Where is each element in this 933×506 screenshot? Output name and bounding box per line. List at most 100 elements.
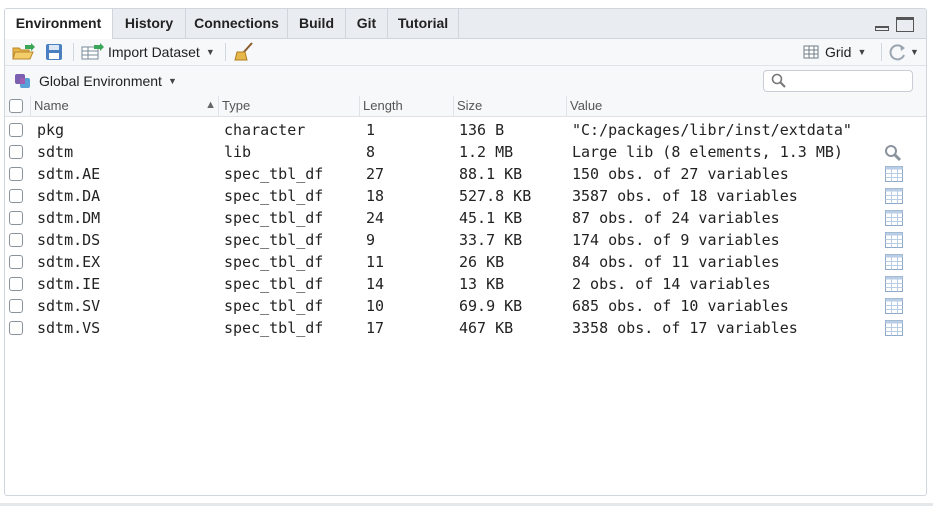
table-icon[interactable] (885, 276, 903, 292)
cell-name: sdtm.VS (37, 319, 101, 337)
cell-value: 3587 obs. of 18 variables (572, 187, 798, 205)
environment-selector[interactable]: Global Environment ▼ (13, 71, 177, 91)
column-header-type[interactable]: Type (218, 96, 360, 116)
cell-value: 150 obs. of 27 variables (572, 165, 789, 183)
maximize-pane-icon[interactable] (896, 17, 914, 32)
table-icon[interactable] (885, 232, 903, 248)
cell-size: 26 KB (459, 253, 505, 271)
open-workspace-button[interactable] (11, 42, 35, 62)
table-icon[interactable] (885, 188, 903, 204)
table-icon[interactable] (885, 254, 903, 270)
table-icon[interactable] (885, 320, 903, 336)
environment-icon (15, 74, 30, 88)
row-checkbox[interactable] (9, 189, 23, 203)
column-header-name[interactable]: Name ▲ (30, 96, 220, 116)
table-icon[interactable] (885, 210, 903, 226)
cell-length: 1 (366, 121, 376, 139)
row-checkbox[interactable] (9, 321, 23, 335)
save-workspace-button[interactable] (45, 42, 63, 62)
cell-name: sdtm.EX (37, 253, 101, 271)
cell-value: 3358 obs. of 17 variables (572, 319, 798, 337)
row-checkbox[interactable] (9, 211, 23, 225)
column-header-value[interactable]: Value (566, 96, 926, 116)
cell-name: pkg (37, 121, 65, 139)
cell-length: 14 (366, 275, 385, 293)
cell-length: 9 (366, 231, 376, 249)
cell-type: spec_tbl_df (224, 165, 324, 183)
search-input[interactable] (763, 70, 913, 92)
refresh-button[interactable]: ▼ (888, 42, 919, 62)
cell-size: 467 KB (459, 319, 514, 337)
cell-size: 33.7 KB (459, 231, 523, 249)
table-row[interactable]: sdtm.EX spec_tbl_df 11 26 KB 84 obs. of 11 v… (5, 251, 926, 273)
cell-type: spec_tbl_df (224, 209, 324, 227)
table-row[interactable]: sdtm.VS spec_tbl_df 17 467 KB 3358 obs. of 1… (5, 317, 926, 339)
select-all-checkbox[interactable] (9, 99, 23, 113)
view-mode-dropdown[interactable]: Grid ▼ (803, 42, 866, 62)
cell-value: Large lib (8 elements, 1.3 MB) (572, 143, 843, 161)
row-checkbox[interactable] (9, 233, 23, 247)
refresh-icon (889, 44, 905, 61)
table-row[interactable]: sdtm.DS spec_tbl_df 9 33.7 KB 174 obs. of 9 … (5, 229, 926, 251)
table-row[interactable]: sdtm.DA spec_tbl_df 18 527.8 KB 3587 obs. of… (5, 185, 926, 207)
environment-label: Global Environment (39, 73, 162, 89)
cell-type: spec_tbl_df (224, 231, 324, 249)
table-row[interactable]: pkg character 1 136 B "C:/packages/libr/inst… (5, 119, 926, 141)
import-dataset-label: Import Dataset (108, 44, 200, 60)
environment-bar: Global Environment ▼ (5, 66, 926, 97)
tab-tutorial[interactable]: Tutorial (388, 9, 459, 38)
column-header-size[interactable]: Size (453, 96, 566, 116)
column-header-length[interactable]: Length (359, 96, 454, 116)
sort-ascending-icon: ▲ (205, 99, 216, 111)
table-row[interactable]: sdtm.SV spec_tbl_df 10 69.9 KB 685 obs. of 1… (5, 295, 926, 317)
import-dataset-button[interactable]: Import Dataset ▼ (81, 42, 215, 62)
magnifier-icon[interactable] (884, 144, 902, 162)
table-row[interactable]: sdtm.DM spec_tbl_df 24 45.1 KB 87 obs. of 24… (5, 207, 926, 229)
toolbar: Import Dataset ▼ Grid ▼ ▼ (5, 39, 926, 66)
cell-length: 8 (366, 143, 376, 161)
cell-value: 84 obs. of 11 variables (572, 253, 780, 271)
cell-length: 10 (366, 297, 385, 315)
table-icon[interactable] (885, 298, 903, 314)
cell-type: lib (224, 143, 252, 161)
table-row[interactable]: sdtm.AE spec_tbl_df 27 88.1 KB 150 obs. of 2… (5, 163, 926, 185)
cell-size: 45.1 KB (459, 209, 523, 227)
tab-git[interactable]: Git (346, 9, 388, 38)
row-checkbox[interactable] (9, 167, 23, 181)
cell-size: 13 KB (459, 275, 505, 293)
cell-value: 2 obs. of 14 variables (572, 275, 771, 293)
row-checkbox[interactable] (9, 299, 23, 313)
import-table-icon (81, 43, 104, 60)
row-checkbox[interactable] (9, 123, 23, 137)
row-checkbox[interactable] (9, 145, 23, 159)
table-row[interactable]: sdtm lib 8 1.2 MB Large lib (8 elements, 1.3… (5, 141, 926, 163)
table-icon[interactable] (885, 166, 903, 182)
minimize-pane-icon[interactable] (874, 20, 890, 32)
tab-build[interactable]: Build (288, 9, 346, 38)
cell-length: 24 (366, 209, 385, 227)
cell-type: spec_tbl_df (224, 187, 324, 205)
search-icon (771, 73, 786, 88)
tab-connections[interactable]: Connections (186, 9, 288, 38)
cell-name: sdtm.IE (37, 275, 101, 293)
table-row[interactable]: sdtm.IE spec_tbl_df 14 13 KB 2 obs. of 14 va… (5, 273, 926, 295)
tab-history[interactable]: History (113, 9, 186, 38)
tab-environment[interactable]: Environment (5, 9, 113, 39)
table-header: Name ▲ Type Length Size Value (5, 96, 926, 117)
cell-length: 27 (366, 165, 385, 183)
grid-icon (803, 45, 819, 59)
cell-name: sdtm.DS (37, 231, 101, 249)
cell-name: sdtm.SV (37, 297, 101, 315)
cell-size: 69.9 KB (459, 297, 523, 315)
cell-length: 11 (366, 253, 385, 271)
row-checkbox[interactable] (9, 277, 23, 291)
row-checkbox[interactable] (9, 255, 23, 269)
clear-workspace-button[interactable] (233, 42, 255, 62)
open-folder-icon (12, 43, 35, 60)
chevron-down-icon: ▼ (167, 76, 177, 86)
cell-value: 87 obs. of 24 variables (572, 209, 780, 227)
cell-name: sdtm.DA (37, 187, 101, 205)
cell-type: spec_tbl_df (224, 297, 324, 315)
cell-size: 1.2 MB (459, 143, 514, 161)
save-icon (46, 44, 62, 60)
